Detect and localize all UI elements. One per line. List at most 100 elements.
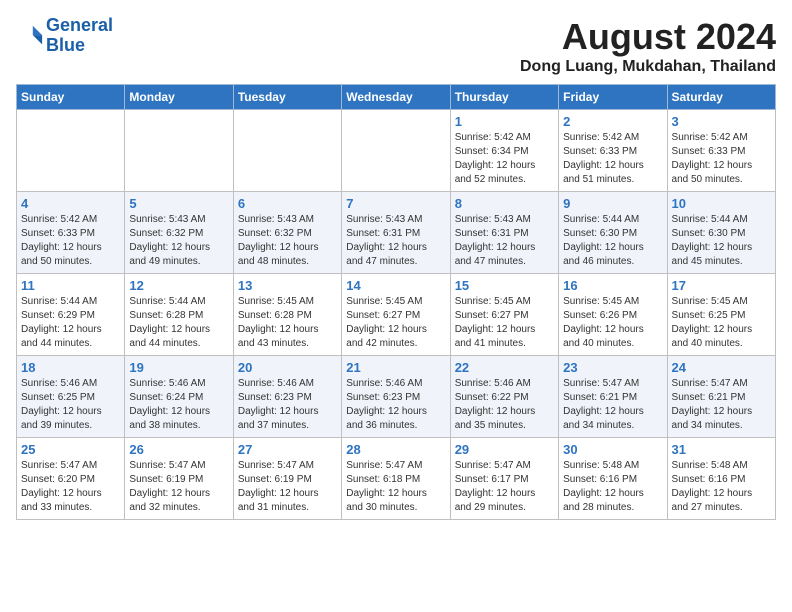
calendar-cell: 30 Sunrise: 5:48 AM Sunset: 6:16 PM Dayli… — [559, 438, 667, 520]
day-number: 11 — [21, 278, 120, 293]
weekday-header: Tuesday — [233, 85, 341, 110]
calendar-week-row: 25Sunrise: 5:47 AM Sunset: 6:20 PM Dayli… — [17, 438, 776, 520]
month-title: August 2024 — [520, 16, 776, 58]
calendar-cell — [342, 110, 450, 192]
page-header: General Blue August 2024 Dong Luang, Muk… — [16, 16, 776, 76]
calendar-cell — [17, 110, 125, 192]
day-info: Sunrise: 5:47 AM Sunset: 6:19 PM Dayligh… — [129, 459, 228, 515]
calendar-cell: 17 Sunrise: 5:45 AM Sunset: 6:25 PM Dayli… — [667, 274, 775, 356]
logo-text: General Blue — [46, 16, 113, 56]
day-info: Sunrise: 5:45 AM Sunset: 6:26 PM Dayligh… — [563, 295, 662, 351]
day-info: Sunrise: 5:43 AM Sunset: 6:31 PM Dayligh… — [346, 213, 445, 269]
day-info: Sunrise: 5:46 AM Sunset: 6:23 PM Dayligh… — [238, 377, 337, 433]
day-info: Sunrise: 5:48 AM Sunset: 6:16 PM Dayligh… — [563, 459, 662, 515]
calendar-cell: 18Sunrise: 5:46 AM Sunset: 6:25 PM Dayli… — [17, 356, 125, 438]
calendar-cell: 21 Sunrise: 5:46 AM Sunset: 6:23 PM Dayli… — [342, 356, 450, 438]
calendar-cell: 31 Sunrise: 5:48 AM Sunset: 6:16 PM Dayli… — [667, 438, 775, 520]
day-number: 26 — [129, 442, 228, 457]
calendar-cell: 16 Sunrise: 5:45 AM Sunset: 6:26 PM Dayli… — [559, 274, 667, 356]
day-info: Sunrise: 5:45 AM Sunset: 6:25 PM Dayligh… — [672, 295, 771, 351]
calendar-cell: 24Sunrise: 5:47 AM Sunset: 6:21 PM Dayli… — [667, 356, 775, 438]
calendar-cell: 7 Sunrise: 5:43 AM Sunset: 6:31 PM Daylig… — [342, 192, 450, 274]
day-number: 20 — [238, 360, 337, 375]
day-number: 3 — [672, 114, 771, 129]
calendar-week-row: 1 Sunrise: 5:42 AM Sunset: 6:34 PM Daylig… — [17, 110, 776, 192]
calendar-week-row: 11 Sunrise: 5:44 AM Sunset: 6:29 PM Dayli… — [17, 274, 776, 356]
day-number: 10 — [672, 196, 771, 211]
day-info: Sunrise: 5:43 AM Sunset: 6:31 PM Dayligh… — [455, 213, 554, 269]
calendar-cell: 19 Sunrise: 5:46 AM Sunset: 6:24 PM Dayli… — [125, 356, 233, 438]
calendar-cell: 11 Sunrise: 5:44 AM Sunset: 6:29 PM Dayli… — [17, 274, 125, 356]
calendar-cell: 10 Sunrise: 5:44 AM Sunset: 6:30 PM Dayli… — [667, 192, 775, 274]
day-number: 9 — [563, 196, 662, 211]
calendar-cell: 15Sunrise: 5:45 AM Sunset: 6:27 PM Dayli… — [450, 274, 558, 356]
calendar-cell: 8Sunrise: 5:43 AM Sunset: 6:31 PM Daylig… — [450, 192, 558, 274]
day-number: 17 — [672, 278, 771, 293]
calendar-cell: 13 Sunrise: 5:45 AM Sunset: 6:28 PM Dayli… — [233, 274, 341, 356]
day-number: 12 — [129, 278, 228, 293]
day-info: Sunrise: 5:46 AM Sunset: 6:22 PM Dayligh… — [455, 377, 554, 433]
calendar-cell: 26 Sunrise: 5:47 AM Sunset: 6:19 PM Dayli… — [125, 438, 233, 520]
calendar-cell: 29 Sunrise: 5:47 AM Sunset: 6:17 PM Dayli… — [450, 438, 558, 520]
weekday-header: Thursday — [450, 85, 558, 110]
day-number: 6 — [238, 196, 337, 211]
calendar-cell: 9 Sunrise: 5:44 AM Sunset: 6:30 PM Daylig… — [559, 192, 667, 274]
title-block: August 2024 Dong Luang, Mukdahan, Thaila… — [520, 16, 776, 76]
day-number: 16 — [563, 278, 662, 293]
calendar-cell: 5Sunrise: 5:43 AM Sunset: 6:32 PM Daylig… — [125, 192, 233, 274]
day-info: Sunrise: 5:45 AM Sunset: 6:27 PM Dayligh… — [346, 295, 445, 351]
calendar-cell: 2 Sunrise: 5:42 AM Sunset: 6:33 PM Daylig… — [559, 110, 667, 192]
location-title: Dong Luang, Mukdahan, Thailand — [520, 58, 776, 76]
day-number: 7 — [346, 196, 445, 211]
calendar-cell: 14 Sunrise: 5:45 AM Sunset: 6:27 PM Dayli… — [342, 274, 450, 356]
day-info: Sunrise: 5:48 AM Sunset: 6:16 PM Dayligh… — [672, 459, 771, 515]
weekday-header: Wednesday — [342, 85, 450, 110]
day-info: Sunrise: 5:47 AM Sunset: 6:17 PM Dayligh… — [455, 459, 554, 515]
day-info: Sunrise: 5:44 AM Sunset: 6:29 PM Dayligh… — [21, 295, 120, 351]
calendar-cell: 23Sunrise: 5:47 AM Sunset: 6:21 PM Dayli… — [559, 356, 667, 438]
calendar-cell — [233, 110, 341, 192]
day-info: Sunrise: 5:42 AM Sunset: 6:33 PM Dayligh… — [672, 131, 771, 187]
calendar-cell: 3 Sunrise: 5:42 AM Sunset: 6:33 PM Daylig… — [667, 110, 775, 192]
day-number: 14 — [346, 278, 445, 293]
day-info: Sunrise: 5:45 AM Sunset: 6:28 PM Dayligh… — [238, 295, 337, 351]
day-number: 21 — [346, 360, 445, 375]
calendar-cell: 25Sunrise: 5:47 AM Sunset: 6:20 PM Dayli… — [17, 438, 125, 520]
day-number: 30 — [563, 442, 662, 457]
day-info: Sunrise: 5:42 AM Sunset: 6:33 PM Dayligh… — [21, 213, 120, 269]
day-number: 22 — [455, 360, 554, 375]
day-info: Sunrise: 5:42 AM Sunset: 6:34 PM Dayligh… — [455, 131, 554, 187]
calendar-week-row: 4Sunrise: 5:42 AM Sunset: 6:33 PM Daylig… — [17, 192, 776, 274]
day-number: 31 — [672, 442, 771, 457]
calendar-cell: 4Sunrise: 5:42 AM Sunset: 6:33 PM Daylig… — [17, 192, 125, 274]
day-number: 2 — [563, 114, 662, 129]
day-info: Sunrise: 5:42 AM Sunset: 6:33 PM Dayligh… — [563, 131, 662, 187]
day-number: 23 — [563, 360, 662, 375]
day-number: 29 — [455, 442, 554, 457]
calendar-cell: 20 Sunrise: 5:46 AM Sunset: 6:23 PM Dayli… — [233, 356, 341, 438]
weekday-header: Saturday — [667, 85, 775, 110]
day-number: 1 — [455, 114, 554, 129]
day-number: 19 — [129, 360, 228, 375]
weekday-header: Sunday — [17, 85, 125, 110]
day-number: 28 — [346, 442, 445, 457]
day-info: Sunrise: 5:47 AM Sunset: 6:18 PM Dayligh… — [346, 459, 445, 515]
day-info: Sunrise: 5:43 AM Sunset: 6:32 PM Dayligh… — [238, 213, 337, 269]
day-number: 13 — [238, 278, 337, 293]
calendar-week-row: 18Sunrise: 5:46 AM Sunset: 6:25 PM Dayli… — [17, 356, 776, 438]
day-number: 5 — [129, 196, 228, 211]
calendar-cell: 1 Sunrise: 5:42 AM Sunset: 6:34 PM Daylig… — [450, 110, 558, 192]
day-info: Sunrise: 5:47 AM Sunset: 6:19 PM Dayligh… — [238, 459, 337, 515]
day-info: Sunrise: 5:46 AM Sunset: 6:23 PM Dayligh… — [346, 377, 445, 433]
weekday-header: Friday — [559, 85, 667, 110]
day-info: Sunrise: 5:46 AM Sunset: 6:24 PM Dayligh… — [129, 377, 228, 433]
calendar-cell: 22 Sunrise: 5:46 AM Sunset: 6:22 PM Dayli… — [450, 356, 558, 438]
day-number: 15 — [455, 278, 554, 293]
day-info: Sunrise: 5:44 AM Sunset: 6:30 PM Dayligh… — [563, 213, 662, 269]
day-number: 24 — [672, 360, 771, 375]
day-info: Sunrise: 5:44 AM Sunset: 6:30 PM Dayligh… — [672, 213, 771, 269]
weekday-header-row: SundayMondayTuesdayWednesdayThursdayFrid… — [17, 85, 776, 110]
calendar-cell: 6 Sunrise: 5:43 AM Sunset: 6:32 PM Daylig… — [233, 192, 341, 274]
calendar-table: SundayMondayTuesdayWednesdayThursdayFrid… — [16, 84, 776, 520]
logo: General Blue — [16, 16, 113, 56]
